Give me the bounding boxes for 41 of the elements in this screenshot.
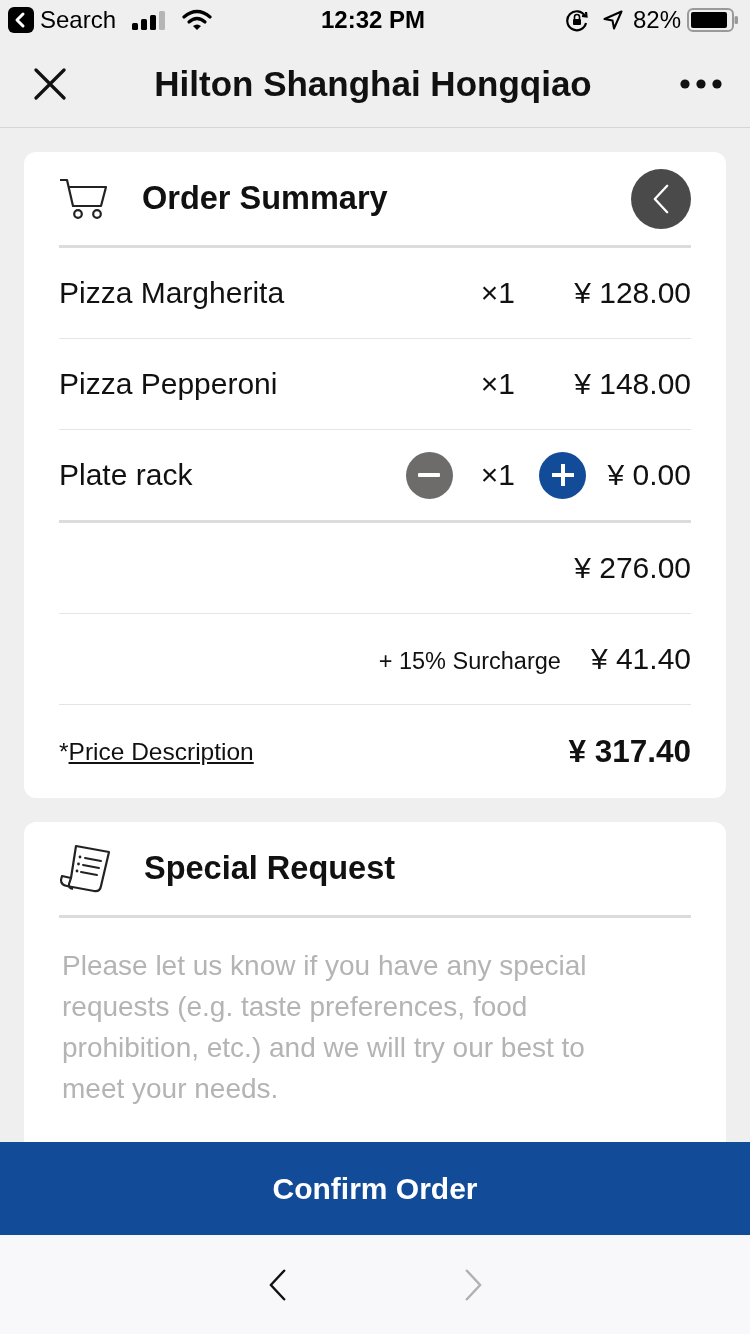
item-name: Plate rack [59, 458, 194, 492]
chevron-left-icon [652, 183, 670, 214]
location-arrow-icon [602, 10, 623, 30]
item-name: Pizza Margherita [59, 276, 286, 310]
page-title: Hilton Shanghai Hongqiao [153, 63, 593, 104]
back-badge-icon [8, 7, 34, 33]
item-quantity: ×1 [480, 367, 515, 401]
close-button[interactable] [34, 67, 66, 100]
back-to-app-link[interactable]: Search [8, 6, 117, 34]
cart-icon [59, 177, 109, 220]
price-description-link[interactable]: Price Description [68, 737, 254, 766]
section-title: Special Request [144, 850, 396, 887]
item-price: ¥ 128.00 [574, 276, 691, 310]
total-amount: ¥ 317.40 [568, 733, 691, 770]
section-title: Order Summary [142, 180, 388, 217]
more-button[interactable] [680, 78, 722, 89]
increase-button[interactable] [539, 451, 586, 499]
chevron-left-icon [267, 1267, 287, 1302]
chevron-right-icon [463, 1267, 483, 1302]
status-time: 12:32 PM [320, 6, 426, 34]
item-quantity: ×1 [480, 458, 515, 492]
surcharge-label: + 15% Surcharge [378, 647, 561, 675]
subtotal-amount: ¥ 276.00 [574, 551, 691, 585]
rotation-lock-icon [564, 8, 589, 32]
receipt-icon [59, 843, 111, 894]
item-quantity: ×1 [480, 276, 515, 310]
plus-icon [551, 464, 574, 486]
confirm-order-button[interactable]: Confirm Order [0, 1142, 750, 1235]
surcharge-amount: ¥ 41.40 [590, 642, 691, 676]
wifi-icon [182, 9, 213, 31]
close-icon [34, 67, 66, 100]
item-price: ¥ 0.00 [607, 458, 691, 492]
item-name: Pizza Pepperoni [59, 367, 279, 401]
more-icon [680, 78, 722, 89]
minus-icon [418, 473, 441, 477]
battery-percentage: 82% [632, 6, 681, 34]
item-price: ¥ 148.00 [574, 367, 691, 401]
signal-icon [132, 10, 167, 30]
request-field[interactable]: Please let us know if you have any special requests (e.g. taste preferences, food prohibition, etc.) and we will try our best to meet your needs. [24, 918, 726, 1142]
footnote-mark: * [59, 737, 69, 766]
battery-icon [687, 8, 738, 32]
